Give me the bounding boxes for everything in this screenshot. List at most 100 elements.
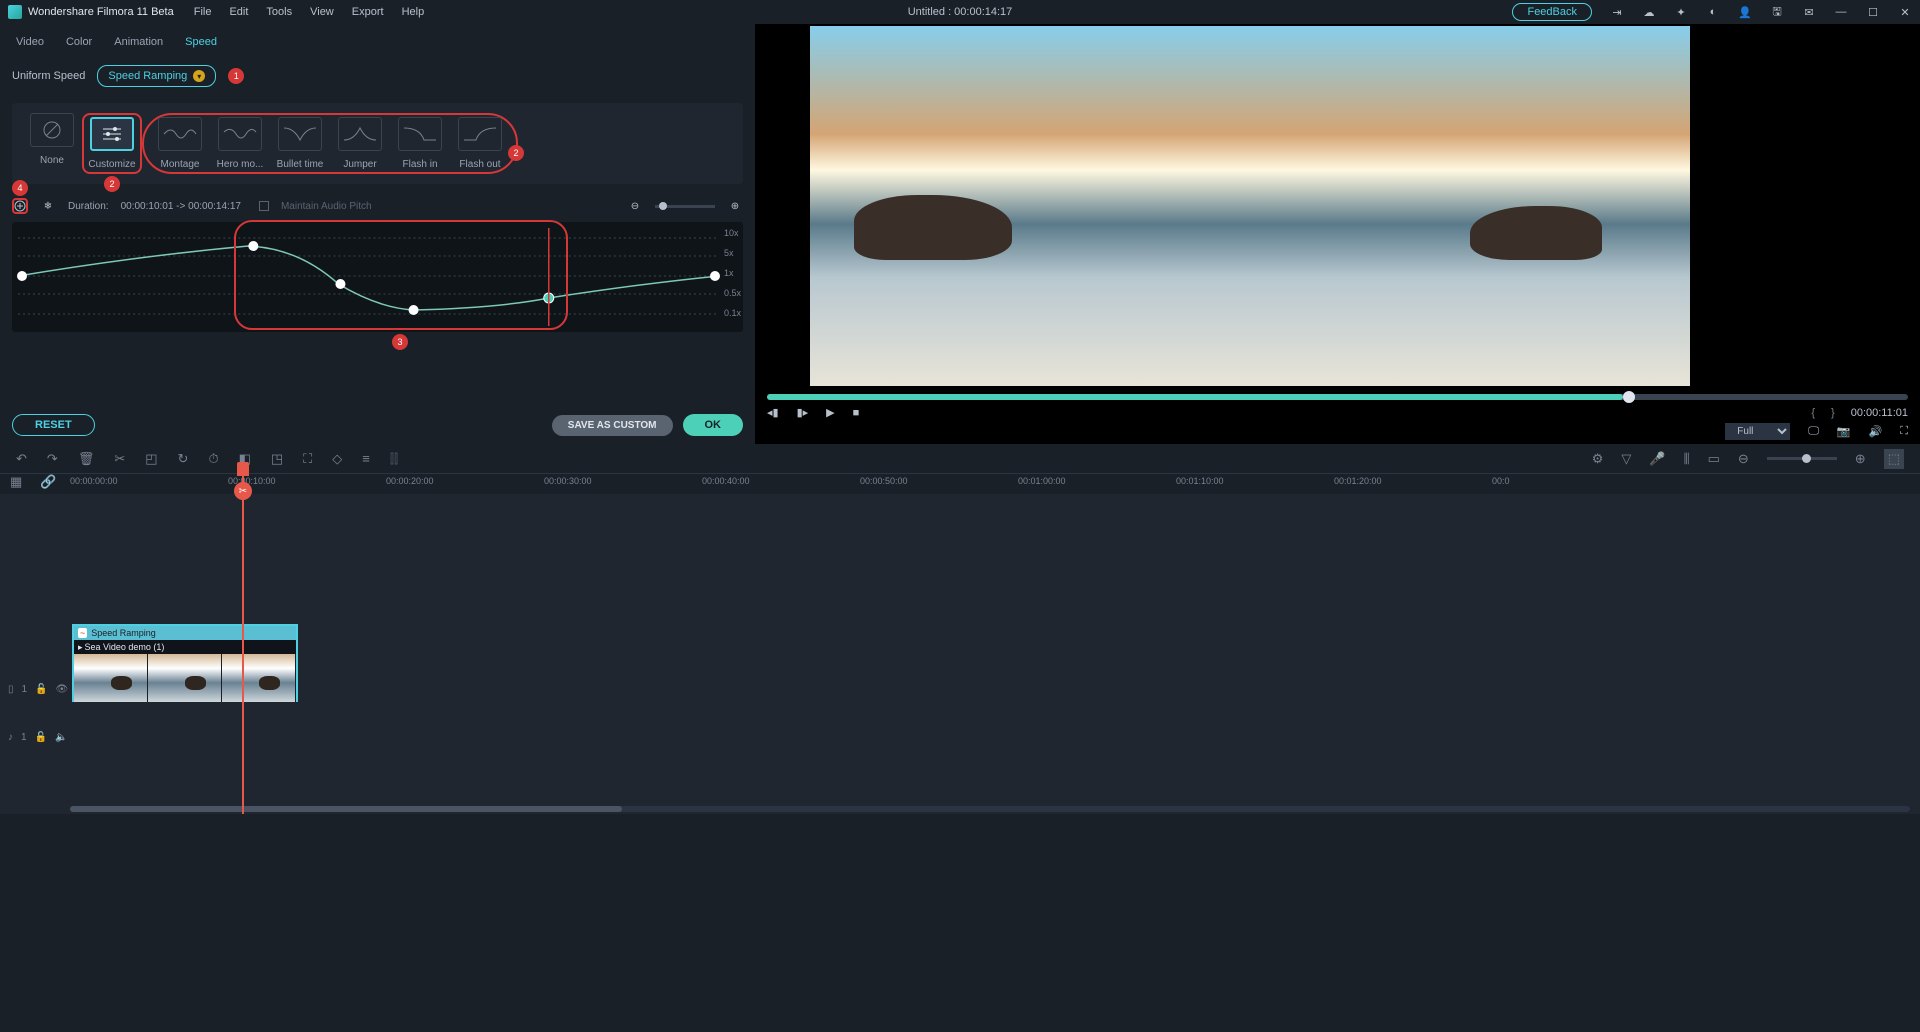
preview-progress[interactable] (767, 394, 1908, 400)
zoom-out-icon[interactable]: ⊖ (627, 198, 643, 214)
maintain-pitch-checkbox[interactable] (259, 201, 269, 211)
headphones-icon[interactable]: ◐ (1706, 5, 1720, 19)
export-icon[interactable]: ⇥ (1610, 5, 1624, 19)
menu-file[interactable]: File (194, 6, 212, 18)
reset-button[interactable]: RESET (12, 414, 95, 436)
preset-customize[interactable]: Customize (82, 113, 142, 174)
progress-thumb[interactable] (1623, 391, 1635, 403)
mail-icon[interactable]: ✉ (1802, 5, 1816, 19)
stop-icon[interactable]: ■ (853, 407, 860, 419)
clip-effect-header: ~ Speed Ramping (74, 626, 296, 640)
speed-icon[interactable]: ⏱ (208, 451, 218, 467)
delete-icon[interactable]: 🗑 (78, 451, 95, 467)
mute-icon[interactable]: 🔈 (55, 732, 67, 743)
menu-tools[interactable]: Tools (266, 6, 292, 18)
mic-icon[interactable]: 🎤 (1649, 451, 1665, 467)
cut-icon[interactable]: ✂ (114, 451, 125, 467)
playhead[interactable]: ✂ (242, 462, 244, 814)
clip-thumb (222, 654, 296, 702)
timeline-zoom-slider[interactable] (1767, 457, 1837, 460)
menu-edit[interactable]: Edit (229, 6, 248, 18)
subtab-row: Uniform Speed Speed Ramping ▾ 1 (12, 65, 743, 87)
preset-flashin[interactable]: Flash in (390, 117, 450, 170)
eye-icon[interactable]: 👁 (56, 684, 69, 695)
next-frame-icon[interactable]: ▮▸ (797, 406, 809, 419)
undo-icon[interactable]: ↶ (16, 451, 27, 467)
timeline-scrollbar[interactable] (70, 806, 1910, 812)
mixer-icon[interactable]: ⫼ (1684, 451, 1690, 467)
preset-montage[interactable]: Montage (150, 117, 210, 170)
rotate-icon[interactable]: ↻ (178, 451, 189, 467)
marker-icon[interactable]: ▽ (1621, 451, 1631, 467)
tracks[interactable]: ✂ ▯1 🔓 👁 ~ Speed Ramping ▸ Sea Video dem… (0, 494, 1920, 814)
preview-viewport[interactable] (810, 26, 1690, 386)
display-icon[interactable]: 🖵 (1808, 425, 1819, 438)
preview-controls-right: { } 00:00:11:01 (1811, 407, 1908, 419)
quality-select[interactable]: Full (1725, 423, 1790, 440)
preset-flashout[interactable]: Flash out (450, 117, 510, 170)
minimize-icon[interactable]: — (1834, 5, 1848, 19)
preset-jumper[interactable]: Jumper (330, 117, 390, 170)
zoom-out-timeline-icon[interactable]: ⊖ (1738, 451, 1749, 467)
close-icon[interactable]: ✕ (1898, 5, 1912, 19)
tab-animation[interactable]: Animation (114, 36, 163, 48)
tab-video[interactable]: Video (16, 36, 44, 48)
redo-icon[interactable]: ↷ (47, 451, 58, 467)
render-icon[interactable]: ▭ (1708, 451, 1720, 467)
progress-fill (767, 394, 1623, 400)
keyframe-icon[interactable]: ◇ (332, 451, 342, 467)
tab-speed[interactable]: Speed (185, 36, 217, 48)
timeline-range-left[interactable]: { (1811, 407, 1815, 419)
play-icon[interactable]: ▶ (826, 406, 834, 419)
ok-button[interactable]: OK (683, 414, 744, 436)
adjust-icon[interactable]: ≡ (362, 451, 370, 466)
step-badge-2a: 2 (104, 176, 120, 192)
snowflake-icon[interactable]: ❄ (40, 198, 56, 214)
timeline-toolbar: ↶ ↷ 🗑 ✂ ◰ ↻ ⏱ ◧ ◳ ⛶ ◇ ≡ ⫿⫿ ⚙ ▽ 🎤 ⫼ ▭ ⊖ ⊕… (0, 444, 1920, 474)
timeline-ruler[interactable]: ▦ 🔗 00:00:00:00 00:00:10:00 00:00:20:00 … (0, 474, 1920, 494)
tab-color[interactable]: Color (66, 36, 92, 48)
preset-hero[interactable]: Hero mo... (210, 117, 270, 170)
prev-frame-icon[interactable]: ◂▮ (767, 406, 779, 419)
gear-icon[interactable]: ⚙ (1592, 451, 1604, 467)
menu-export[interactable]: Export (352, 6, 384, 18)
feedback-button[interactable]: FeedBack (1512, 3, 1592, 21)
main-area: Video Color Animation Speed Uniform Spee… (0, 24, 1920, 444)
cloud-icon[interactable]: ☁ (1642, 5, 1656, 19)
snapshot-icon[interactable]: 📷 (1837, 425, 1851, 438)
fullscreen-icon[interactable]: ⛶ (1900, 425, 1908, 438)
speed-graph[interactable]: 10x 5x 1x 0.5x 0.1x (12, 222, 743, 332)
crop-icon[interactable]: ◰ (145, 451, 157, 467)
playhead-grip-icon[interactable]: ✂ (234, 482, 252, 500)
preset-none[interactable]: None (22, 113, 82, 174)
save-custom-button[interactable]: SAVE AS CUSTOM (552, 415, 673, 436)
subtab-uniform[interactable]: Uniform Speed (12, 70, 85, 82)
greenscreen-icon[interactable]: ◳ (271, 451, 283, 467)
playback-controls: ◂▮ ▮▸ ▶ ■ (767, 406, 859, 419)
add-keyframe-button[interactable]: 4 (12, 198, 28, 214)
ruler-link-icon[interactable]: 🔗 (40, 474, 56, 490)
lock-audio-icon[interactable]: 🔓 (35, 732, 47, 743)
fit-icon[interactable]: ⬚ (1884, 449, 1904, 469)
ruler-toggle-icon[interactable]: ▦ (10, 474, 22, 490)
play-small-icon: ▸ (78, 642, 83, 653)
subtab-ramping-label: Speed Ramping (108, 70, 187, 82)
volume-icon[interactable]: 🔊 (1869, 425, 1883, 438)
timeline-clip[interactable]: ~ Speed Ramping ▸ Sea Video demo (1) (72, 624, 298, 702)
timeline-range-right[interactable]: } (1831, 407, 1835, 419)
preset-customize-label: Customize (83, 159, 141, 170)
menu-help[interactable]: Help (402, 6, 425, 18)
lock-icon[interactable]: 🔓 (35, 684, 47, 695)
audio-icon[interactable]: ⫿⫿ (390, 451, 398, 467)
subtab-ramping[interactable]: Speed Ramping ▾ (97, 65, 216, 87)
expand-icon[interactable]: ⛶ (303, 451, 312, 467)
preset-bullet[interactable]: Bullet time (270, 117, 330, 170)
user-icon[interactable]: 👤 (1738, 5, 1752, 19)
menu-view[interactable]: View (310, 6, 334, 18)
sparkle-icon[interactable]: ✦ (1674, 5, 1688, 19)
zoom-in-timeline-icon[interactable]: ⊕ (1855, 451, 1866, 467)
maximize-icon[interactable]: ☐ (1866, 5, 1880, 19)
zoom-in-icon[interactable]: ⊕ (727, 198, 743, 214)
graph-zoom-slider[interactable] (655, 205, 715, 208)
save-icon[interactable]: 🖫 (1770, 5, 1784, 19)
